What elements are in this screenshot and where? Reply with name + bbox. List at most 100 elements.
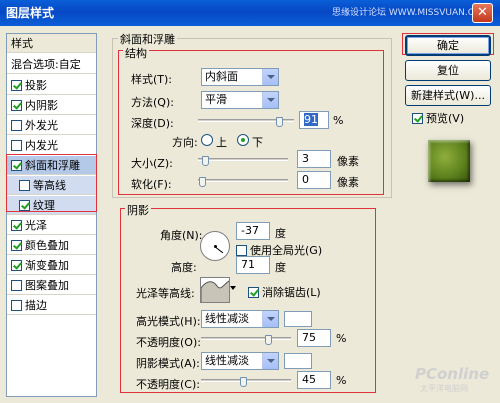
style-item-label: 外发光 — [25, 119, 58, 132]
antialias-option[interactable]: 消除锯齿(L) — [248, 284, 321, 300]
styles-list-header[interactable]: 样式 — [7, 34, 96, 53]
style-item-label: 描边 — [25, 299, 47, 312]
chevron-down-icon[interactable] — [262, 353, 278, 369]
style-item-label: 颜色叠加 — [25, 239, 69, 252]
shadow-mode-label: 阴影模式(A): — [136, 357, 200, 370]
depth-label: 深度(D): — [131, 117, 174, 130]
highlight-opacity-input[interactable]: 75 — [297, 329, 331, 347]
technique-label: 方法(Q): — [131, 96, 174, 109]
gloss-contour-picker[interactable] — [200, 277, 230, 303]
checkbox-icon[interactable] — [11, 300, 22, 311]
highlight-mode-select[interactable]: 线性减淡 — [201, 310, 279, 328]
style-item-drop-shadow[interactable]: 投影 — [7, 76, 96, 95]
highlight-color-swatch[interactable] — [284, 311, 312, 327]
preview-label: 预览(V) — [426, 112, 465, 125]
reset-button[interactable]: 复位 — [405, 60, 491, 81]
close-icon: ✕ — [477, 5, 488, 20]
soften-label: 软化(F): — [131, 178, 172, 191]
shadow-color-swatch[interactable] — [284, 353, 312, 369]
watermark-text: 思缘设计论坛 WWW.MISSVUAN.COM — [332, 8, 489, 18]
highlight-opacity-unit: % — [336, 332, 347, 345]
shadow-opacity-unit: % — [336, 374, 347, 387]
bevel-style-select[interactable]: 内斜面 — [201, 68, 279, 86]
style-item-inner-glow[interactable]: 内发光 — [7, 136, 96, 155]
soften-unit: 像素 — [337, 176, 359, 189]
depth-slider-thumb[interactable] — [276, 117, 283, 127]
checkbox-icon[interactable] — [11, 260, 22, 271]
highlight-opacity-slider-thumb[interactable] — [265, 335, 272, 345]
altitude-label: 高度: — [171, 261, 197, 274]
checkbox-icon[interactable] — [11, 100, 22, 111]
highlight-mode-label: 高光模式(H): — [136, 315, 201, 328]
style-item-label: 渐变叠加 — [25, 259, 69, 272]
contour-dropdown[interactable] — [230, 281, 238, 299]
global-light-checkbox[interactable] — [236, 245, 247, 256]
style-item-pattern-overlay[interactable]: 图案叠加 — [7, 276, 96, 295]
shadow-mode-value: 线性减淡 — [205, 354, 249, 367]
size-slider-track[interactable] — [198, 158, 288, 161]
direction-up-radio[interactable] — [201, 134, 213, 146]
preview-tile — [428, 140, 470, 182]
depth-unit: % — [333, 114, 344, 127]
styles-list: 样式 混合选项:自定 投影 内阴影 外发光 内发光 斜面和浮雕 等高线 纹理 光… — [6, 33, 97, 397]
antialias-label: 消除锯齿(L) — [262, 286, 321, 299]
direction-up-label: 上 — [216, 136, 227, 149]
style-item-label: 图案叠加 — [25, 279, 69, 292]
highlight-opacity-label: 不透明度(O): — [136, 336, 201, 349]
gloss-contour-label: 光泽等高线: — [136, 287, 195, 300]
style-label: 样式(T): — [131, 73, 173, 86]
structure-title: 结构 — [123, 45, 149, 61]
shadow-mode-select[interactable]: 线性减淡 — [201, 352, 279, 370]
soften-input[interactable]: 0 — [297, 171, 331, 189]
preview-checkbox[interactable] — [412, 113, 423, 124]
chevron-down-icon[interactable] — [230, 286, 236, 290]
size-label: 大小(Z): — [131, 157, 173, 170]
shadow-opacity-label: 不透明度(C): — [136, 378, 200, 391]
shadow-opacity-input[interactable]: 45 — [297, 371, 331, 389]
style-item-satin[interactable]: 光泽 — [7, 216, 96, 235]
preview-option[interactable]: 预览(V) — [412, 110, 464, 126]
angle-dial[interactable] — [200, 231, 230, 261]
checkbox-icon[interactable] — [11, 240, 22, 251]
checkbox-icon[interactable] — [11, 140, 22, 151]
ok-button[interactable]: 确定 — [405, 35, 491, 56]
layer-style-dialog: 图层样式 思缘设计论坛 WWW.MISSVUAN.COM ✕ 样式 混合选项:自… — [0, 0, 500, 403]
depth-input[interactable]: 91 — [299, 111, 329, 129]
size-input[interactable]: 3 — [297, 150, 331, 168]
antialias-checkbox[interactable] — [248, 287, 259, 298]
soften-slider-thumb[interactable] — [199, 177, 206, 187]
shadow-opacity-slider-thumb[interactable] — [240, 377, 247, 387]
checkbox-icon[interactable] — [11, 80, 22, 91]
style-item-gradient-overlay[interactable]: 渐变叠加 — [7, 256, 96, 275]
chevron-down-icon[interactable] — [262, 69, 278, 85]
new-style-button[interactable]: 新建样式(W)... — [405, 85, 491, 106]
checkbox-icon[interactable] — [11, 120, 22, 131]
title-bar: 图层样式 思缘设计论坛 WWW.MISSVUAN.COM ✕ — [0, 0, 500, 26]
style-item-label: 内阴影 — [25, 99, 58, 112]
chevron-down-icon[interactable] — [262, 92, 278, 108]
chevron-down-icon[interactable] — [262, 311, 278, 327]
depth-value: 91 — [304, 113, 318, 126]
altitude-input[interactable]: 71 — [236, 256, 270, 274]
highlight-mode-value: 线性减淡 — [205, 312, 249, 325]
highlight-opacity-slider-track[interactable] — [201, 337, 291, 340]
style-item-color-overlay[interactable]: 颜色叠加 — [7, 236, 96, 255]
blend-options-item[interactable]: 混合选项:自定 — [7, 55, 96, 74]
size-unit: 像素 — [337, 155, 359, 168]
preview-thumbnail — [418, 132, 482, 196]
close-button[interactable]: ✕ — [472, 3, 493, 23]
angle-input[interactable]: -37 — [236, 222, 270, 240]
checkbox-icon[interactable] — [11, 280, 22, 291]
annotation-rect-left — [6, 154, 97, 212]
soften-slider-track[interactable] — [198, 179, 288, 182]
size-slider-thumb[interactable] — [202, 156, 209, 166]
technique-select[interactable]: 平滑 — [201, 91, 279, 109]
pconline-logo: PConline — [415, 365, 490, 383]
style-item-inner-shadow[interactable]: 内阴影 — [7, 96, 96, 115]
direction-down-radio[interactable] — [237, 134, 249, 146]
window-title: 图层样式 — [6, 6, 55, 20]
style-item-outer-glow[interactable]: 外发光 — [7, 116, 96, 135]
style-item-stroke[interactable]: 描边 — [7, 296, 96, 315]
checkbox-icon[interactable] — [11, 220, 22, 231]
angle-unit: 度 — [275, 227, 286, 240]
